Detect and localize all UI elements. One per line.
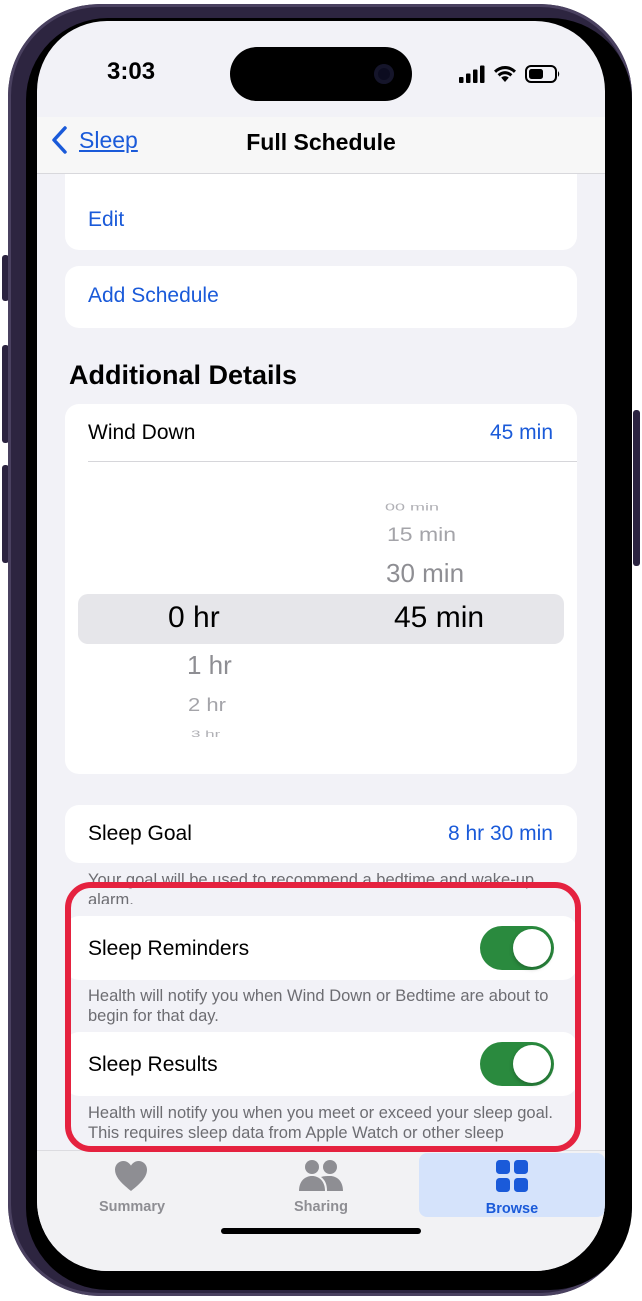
edit-card[interactable]: Edit	[65, 174, 577, 250]
sleep-results-card: Sleep Results	[65, 1032, 577, 1096]
home-indicator	[221, 1228, 421, 1234]
sleep-reminders-card: Sleep Reminders	[65, 916, 577, 980]
divider	[88, 461, 577, 462]
wifi-icon	[494, 66, 516, 82]
grid-icon	[496, 1160, 528, 1192]
status-time: 3:03	[107, 58, 156, 85]
sleep-results-footnote: Health will notify you when you meet or …	[88, 1104, 554, 1150]
screen: 3:03 Sleep Full Schedule Edit Add Schedu…	[37, 21, 605, 1271]
add-schedule-link[interactable]: Add Schedule	[88, 284, 219, 308]
add-schedule-card[interactable]: Add Schedule	[65, 266, 577, 328]
picker-minute-option[interactable]: 30 min	[386, 558, 464, 589]
tab-bar: Summary Sharing Browse	[37, 1150, 605, 1271]
picker-hour-selected[interactable]: 0 hr	[168, 601, 220, 635]
sleep-reminders-label: Sleep Reminders	[88, 937, 250, 960]
picker-minute-option[interactable]: 00 min	[385, 502, 439, 514]
picker-hour-option[interactable]: 2 hr	[188, 694, 226, 716]
tab-summary[interactable]: Summary	[37, 1155, 227, 1219]
cellular-signal-icon	[459, 65, 485, 83]
sleep-goal-label: Sleep Goal	[88, 822, 192, 845]
toggle-knob	[513, 1045, 551, 1083]
dynamic-island	[230, 47, 412, 101]
tab-label: Summary	[98, 1199, 166, 1215]
sleep-reminders-toggle[interactable]	[480, 926, 554, 970]
picker-minute-selected[interactable]: 45 min	[394, 601, 484, 635]
sleep-results-label: Sleep Results	[88, 1053, 218, 1076]
tab-sharing[interactable]: Sharing	[226, 1155, 416, 1219]
picker-selection-band	[78, 594, 564, 644]
wind-down-value[interactable]: 45 min	[490, 421, 553, 445]
camera-icon	[374, 64, 394, 84]
people-icon	[299, 1160, 343, 1191]
heart-icon	[115, 1161, 147, 1191]
sleep-reminders-footnote: Health will notify you when Wind Down or…	[88, 987, 549, 1025]
power-button	[633, 410, 640, 566]
sleep-results-toggle[interactable]	[480, 1042, 554, 1086]
battery-icon	[525, 65, 560, 83]
scroll-content: Edit Add Schedule Additional Details Win…	[37, 174, 605, 1150]
picker-hour-option[interactable]: 1 hr	[187, 650, 232, 681]
page-title: Full Schedule	[246, 129, 396, 155]
wind-down-picker[interactable]: 0 hr 1 hr 2 hr 3 hr 00 min 15 min 30 min…	[65, 464, 577, 744]
wind-down-card: Wind Down 45 min 0 hr 1 hr 2 hr 3 hr 00 …	[65, 404, 577, 774]
navigation-bar: Sleep Full Schedule	[37, 117, 605, 174]
toggle-knob	[513, 929, 551, 967]
sleep-goal-card[interactable]: Sleep Goal 8 hr 30 min	[65, 805, 577, 863]
section-title-additional-details: Additional Details	[69, 360, 298, 390]
status-icons	[459, 63, 561, 85]
sleep-goal-footnote: Your goal will be used to recommend a be…	[88, 871, 535, 904]
tab-label: Sharing	[294, 1199, 348, 1215]
picker-hour-option[interactable]: 3 hr	[191, 729, 220, 740]
sleep-goal-value[interactable]: 8 hr 30 min	[448, 822, 553, 846]
tab-label: Browse	[485, 1201, 539, 1217]
edit-link[interactable]: Edit	[88, 208, 124, 232]
tab-browse[interactable]: Browse	[419, 1153, 605, 1217]
wind-down-label: Wind Down	[88, 421, 196, 444]
picker-minute-option[interactable]: 15 min	[387, 523, 456, 546]
